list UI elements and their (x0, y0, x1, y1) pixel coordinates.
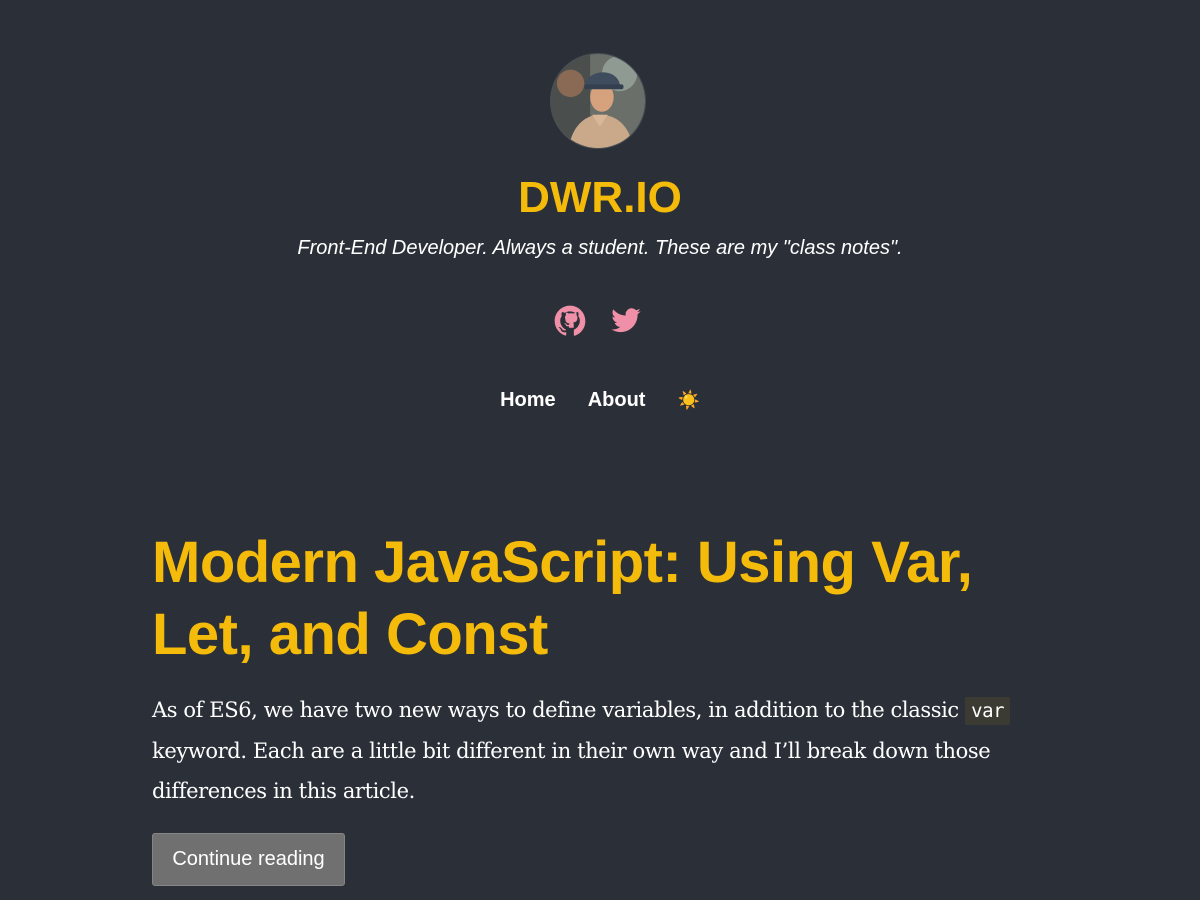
excerpt-text-end: keyword. Each are a little bit different… (152, 739, 991, 803)
theme-toggle-sun-icon[interactable]: ☀️ (677, 386, 699, 414)
twitter-link[interactable] (610, 305, 642, 337)
site-tagline: Front-End Developer. Always a student. T… (297, 237, 903, 259)
site-title[interactable]: DWR.IO (0, 172, 1200, 224)
continue-reading-button[interactable]: Continue reading (152, 833, 345, 886)
avatar-photo (551, 54, 645, 148)
nav-home[interactable]: Home (500, 386, 556, 414)
github-link[interactable] (554, 305, 586, 337)
post-excerpt: As of ES6, we have two new ways to defin… (152, 690, 1042, 811)
nav-about[interactable]: About (588, 386, 646, 414)
inline-code-var: var (965, 697, 1011, 725)
post-title[interactable]: Modern JavaScript: Using Var, Let, and C… (152, 527, 1032, 671)
social-links (554, 305, 642, 337)
excerpt-text-start: As of ES6, we have two new ways to defin… (152, 698, 966, 722)
github-icon (554, 305, 586, 336)
avatar (550, 53, 646, 149)
main-nav: Home About ☀️ (0, 386, 1200, 414)
twitter-icon (611, 308, 641, 333)
